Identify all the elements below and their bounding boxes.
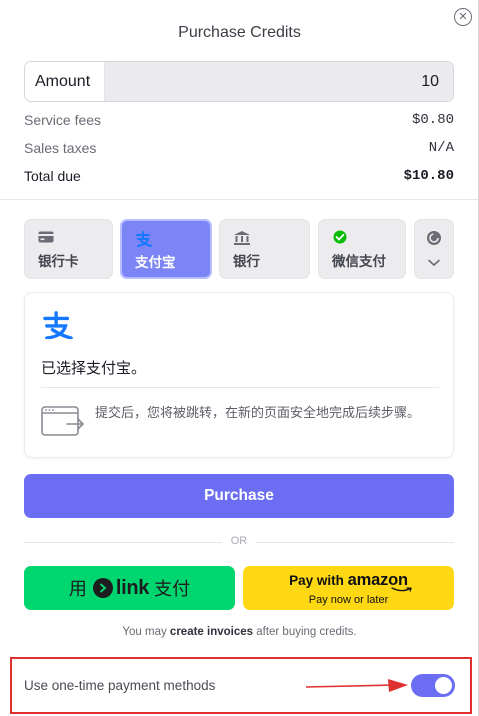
amazon-pay-with: Pay with	[289, 573, 344, 588]
payment-detail-card: 已选择支付宝。 提交后，您将被跳转，在新的页面安全地完成后续步骤。	[24, 292, 454, 458]
purchase-credits-dialog: ✕ Purchase Credits Amount Service fees $…	[0, 0, 479, 716]
or-line-right	[256, 542, 454, 543]
link-brand: link	[115, 576, 150, 599]
amount-label: Amount	[25, 62, 105, 101]
card-icon	[38, 230, 100, 248]
tab-card[interactable]: 银行卡	[24, 219, 113, 279]
amount-field: Amount	[24, 61, 454, 102]
or-text: OR	[230, 535, 248, 547]
link-arrow-icon	[92, 578, 113, 598]
tab-card-label: 银行卡	[38, 254, 79, 269]
invoice-note-before: You may	[122, 626, 170, 638]
invoice-note-after: after buying credits.	[253, 626, 357, 638]
tab-wechat-pay[interactable]: 微信支付	[318, 219, 406, 279]
alipay-icon	[135, 231, 198, 249]
dialog-title: Purchase Credits	[178, 24, 301, 41]
annotation-arrow-icon	[305, 679, 408, 692]
bank-icon	[233, 230, 297, 248]
amazon-smile-icon	[391, 587, 412, 592]
tab-more[interactable]	[414, 219, 454, 279]
amazon-line2: Pay now or later	[308, 594, 389, 606]
amount-input[interactable]	[105, 62, 453, 101]
or-separator: OR	[24, 535, 454, 549]
total-due-row: Total due $10.80	[24, 168, 454, 184]
section-divider	[0, 199, 478, 200]
redirect-note: 提交后，您将被跳转，在新的页面安全地完成后续步骤。	[95, 405, 421, 420]
service-fees-row: Service fees $0.80	[24, 112, 454, 128]
wechat-pay-icon	[332, 230, 393, 248]
selected-method-text: 已选择支付宝。	[41, 360, 147, 377]
tab-bank[interactable]: 银行	[219, 219, 310, 279]
sales-taxes-row: Sales taxes N/A	[24, 140, 454, 156]
link-prefix: 用	[68, 579, 87, 599]
invoice-note: You may create invoices after buying cre…	[0, 626, 479, 638]
tab-alipay-label: 支付宝	[135, 255, 176, 270]
or-line-left	[24, 542, 222, 543]
tab-bank-label: 银行	[233, 254, 260, 269]
sales-taxes-value: N/A	[428, 140, 454, 156]
link-suffix: 支付	[154, 579, 191, 599]
alipay-icon	[41, 311, 75, 344]
link-pay-button[interactable]: 用 link 支付	[24, 566, 235, 610]
create-invoices-text: create invoices	[169, 626, 254, 638]
total-due-value: $10.80	[403, 168, 454, 184]
total-due-label: Total due	[24, 168, 81, 184]
tab-alipay[interactable]: 支付宝	[120, 219, 212, 279]
service-fees-label: Service fees	[24, 112, 102, 128]
purchase-button[interactable]: Purchase	[24, 474, 454, 518]
service-fees-value: $0.80	[411, 112, 454, 128]
tab-wechat-pay-label: 微信支付	[332, 254, 386, 269]
chevron-down-icon	[415, 254, 453, 272]
coin-icon	[415, 230, 453, 248]
sales-taxes-label: Sales taxes	[24, 140, 97, 156]
redirect-window-icon	[41, 406, 85, 443]
detail-divider	[41, 387, 439, 388]
amazon-pay-button[interactable]: Pay with amazon Pay now or later	[243, 566, 454, 610]
amazon-line1: Pay with amazon	[243, 571, 454, 590]
